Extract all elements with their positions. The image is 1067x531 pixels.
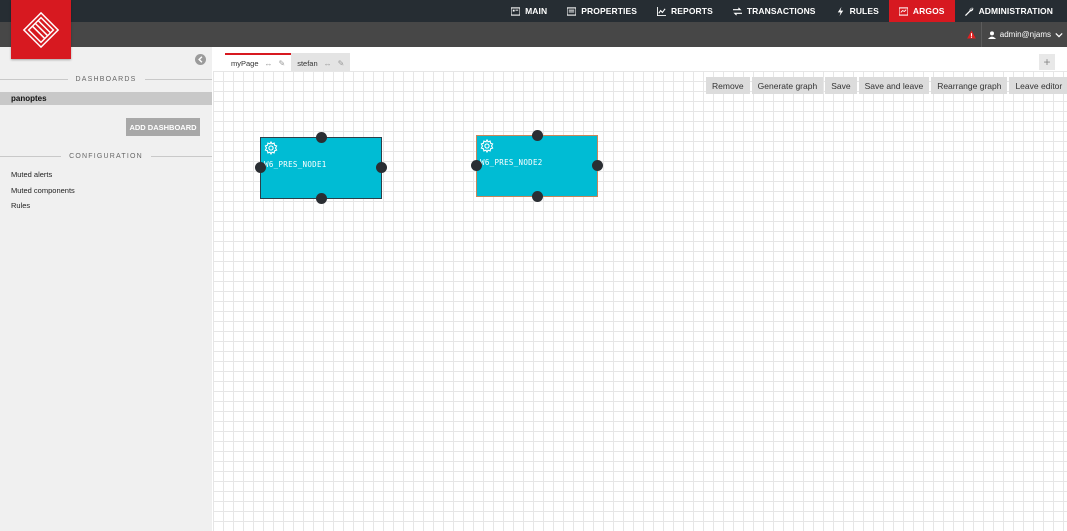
nav-item-transactions[interactable]: TRANSACTIONS xyxy=(723,0,826,22)
arrow-left-icon xyxy=(198,56,203,63)
nav-item-argos[interactable]: ARGOS xyxy=(888,0,955,22)
add-dashboard-button[interactable]: ADD DASHBOARD xyxy=(126,118,200,136)
node-1-handle-bottom[interactable] xyxy=(316,193,327,204)
plus-icon: + xyxy=(1043,55,1051,69)
nav-item-administration[interactable]: ADMINISTRATION xyxy=(955,0,1063,22)
nav-label: TRANSACTIONS xyxy=(746,6,816,16)
heading-label: CONFIGURATION xyxy=(69,153,143,160)
tab-mypage[interactable]: myPage ↔ ✎ xyxy=(225,53,292,71)
divider xyxy=(144,79,213,80)
pencil-icon[interactable]: ✎ xyxy=(279,59,286,68)
remove-button[interactable]: Remove xyxy=(706,77,750,94)
node-label: W6_PRES_NODE1 xyxy=(264,160,327,169)
node-label: W6_PRES_NODE2 xyxy=(480,158,543,167)
chevron-down-icon xyxy=(1055,32,1063,37)
logo-icon xyxy=(22,11,60,48)
sidebar-item-rules[interactable]: Rules xyxy=(11,201,30,210)
chart-icon xyxy=(657,6,667,16)
tab-label: myPage xyxy=(231,58,259,68)
divider xyxy=(150,156,212,157)
rearrange-graph-button[interactable]: Rearrange graph xyxy=(931,77,1008,94)
sidebar-item-panoptes[interactable]: panoptes xyxy=(0,92,212,105)
main-nav: MAIN PROPERTIES REPORTS TRANSACTIONS RUL… xyxy=(501,0,1063,22)
top-navbar: MAIN PROPERTIES REPORTS TRANSACTIONS RUL… xyxy=(0,0,1067,22)
user-icon xyxy=(987,30,996,39)
sidebar: DASHBOARDS panoptes ADD DASHBOARD CONFIG… xyxy=(0,47,213,531)
nav-label: PROPERTIES xyxy=(581,6,638,16)
gear-icon[interactable] xyxy=(264,141,278,155)
user-area: admin@njams xyxy=(962,22,1063,47)
nav-label: ARGOS xyxy=(912,6,945,16)
sidebar-collapse-button[interactable] xyxy=(195,54,206,65)
warning-icon xyxy=(966,30,976,39)
nav-label: ADMINISTRATION xyxy=(978,6,1053,16)
dashboard-icon xyxy=(898,6,908,16)
node-1-handle-right[interactable] xyxy=(376,162,387,173)
tab-label: stefan xyxy=(297,58,318,68)
bolt-icon xyxy=(837,6,843,16)
node-2-handle-top[interactable] xyxy=(532,130,543,141)
nav-label: MAIN xyxy=(525,6,548,16)
tab-stefan[interactable]: stefan ↔ ✎ xyxy=(291,53,351,71)
server-icon xyxy=(511,6,521,16)
gear-icon[interactable] xyxy=(480,139,494,153)
nav-item-properties[interactable]: PROPERTIES xyxy=(557,0,647,22)
nav-label: REPORTS xyxy=(671,6,713,16)
node-1-handle-top[interactable] xyxy=(316,132,327,143)
add-tab-button[interactable]: + xyxy=(1039,54,1055,70)
list-icon xyxy=(567,6,577,16)
editor-toolbar: Remove Generate graph Save Save and leav… xyxy=(706,77,1067,94)
dashboards-heading: DASHBOARDS xyxy=(0,76,213,83)
app-logo[interactable] xyxy=(11,0,71,59)
nav-item-rules[interactable]: RULES xyxy=(826,0,889,22)
move-icon[interactable]: ↔ xyxy=(265,59,273,68)
sidebar-item-muted-components[interactable]: Muted components xyxy=(11,186,75,195)
nav-item-main[interactable]: MAIN xyxy=(501,0,557,22)
graph-node-2[interactable]: W6_PRES_NODE2 xyxy=(476,135,598,197)
arrows-icon xyxy=(732,7,742,15)
sub-header-bar: admin@njams xyxy=(0,22,1067,47)
heading-label: DASHBOARDS xyxy=(75,76,137,83)
generate-graph-button[interactable]: Generate graph xyxy=(751,77,824,94)
node-2-handle-left[interactable] xyxy=(471,160,482,171)
configuration-heading: CONFIGURATION xyxy=(0,153,212,160)
pencil-icon[interactable]: ✎ xyxy=(338,59,345,68)
save-and-leave-button[interactable]: Save and leave xyxy=(858,77,930,94)
user-name: admin@njams xyxy=(999,30,1051,39)
leave-editor-button[interactable]: Leave editor xyxy=(1009,77,1067,94)
nav-label: RULES xyxy=(849,6,879,16)
page-tabs: myPage ↔ ✎ stefan ↔ ✎ xyxy=(225,53,351,71)
divider xyxy=(0,79,68,80)
node-2-handle-right[interactable] xyxy=(592,160,603,171)
node-1-handle-left[interactable] xyxy=(255,162,266,173)
alerts-button[interactable] xyxy=(962,22,982,47)
divider xyxy=(0,156,62,157)
user-menu[interactable]: admin@njams xyxy=(987,30,1063,39)
nav-item-reports[interactable]: REPORTS xyxy=(647,0,723,22)
move-icon[interactable]: ↔ xyxy=(324,59,332,68)
wrench-icon xyxy=(964,7,973,16)
graph-node-1[interactable]: W6_PRES_NODE1 xyxy=(260,137,382,199)
node-2-handle-bottom[interactable] xyxy=(532,191,543,202)
sidebar-item-muted-alerts[interactable]: Muted alerts xyxy=(11,170,52,179)
save-button[interactable]: Save xyxy=(825,77,857,94)
